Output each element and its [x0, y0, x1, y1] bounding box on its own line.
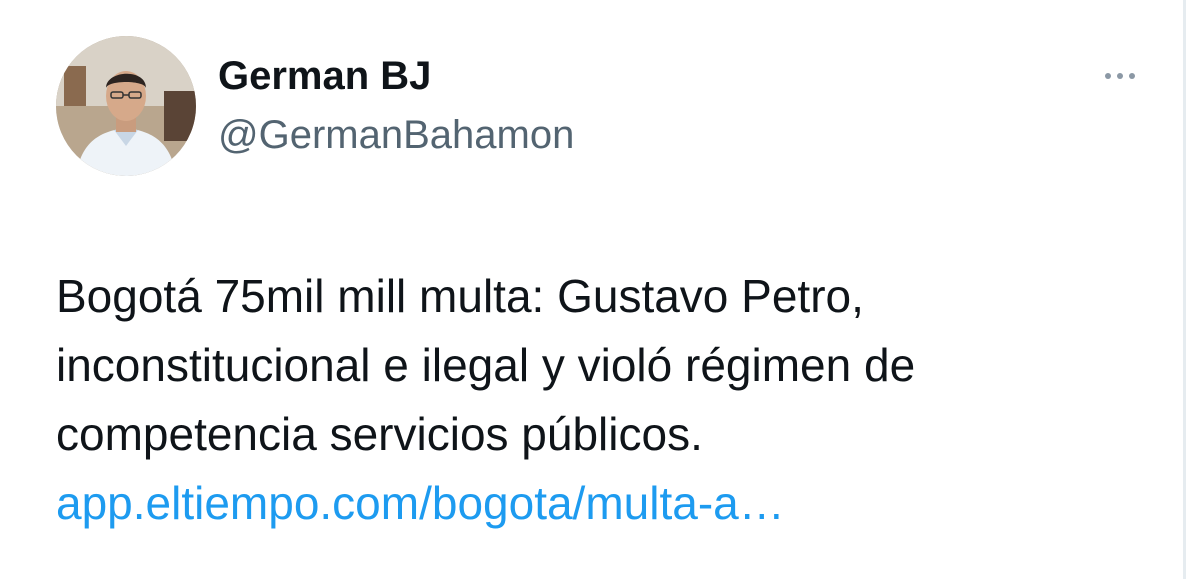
author-display-name[interactable]: German BJ [218, 52, 431, 100]
tweet-link[interactable]: app.eltiempo.com/bogota/multa-a… [56, 477, 785, 529]
more-horizontal-icon [1117, 73, 1123, 79]
tweet-text-line: inconstitucional e ilegal y violó régime… [56, 339, 916, 391]
tweet-text-line: competencia servicios públicos. [56, 408, 703, 460]
more-horizontal-icon [1105, 73, 1111, 79]
author-handle[interactable]: @GermanBahamon [218, 111, 574, 159]
divider [1183, 0, 1186, 579]
more-options-button[interactable] [1090, 58, 1150, 94]
tweet-card: German BJ @GermanBahamon Bogotá 75mil mi… [0, 0, 1200, 579]
avatar[interactable] [56, 36, 196, 176]
profile-photo-icon [56, 36, 196, 176]
tweet-text: Bogotá 75mil mill multa: Gustavo Petro, … [56, 262, 1166, 538]
more-horizontal-icon [1129, 73, 1135, 79]
tweet-text-line: Bogotá 75mil mill multa: Gustavo Petro, [56, 270, 864, 322]
